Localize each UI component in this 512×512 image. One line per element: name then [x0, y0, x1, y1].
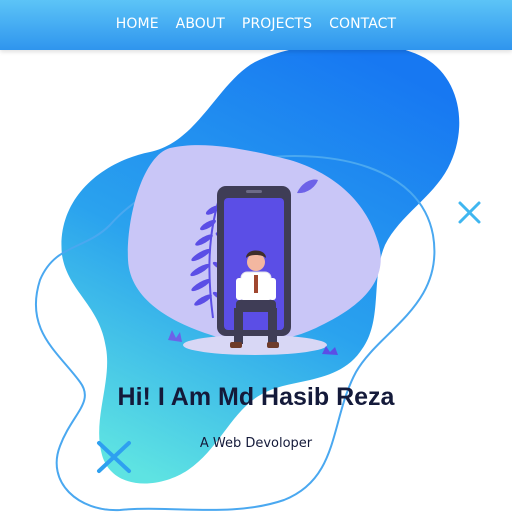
top-navbar: HOME ABOUT PROJECTS CONTACT — [0, 0, 512, 50]
nav-projects-link[interactable]: PROJECTS — [242, 16, 312, 34]
hero-title: Hi! I Am Md Hasib Reza — [117, 383, 395, 411]
nav-about-link[interactable]: ABOUT — [176, 16, 225, 34]
nav-contact-link[interactable]: CONTACT — [329, 16, 396, 34]
nav-home-link[interactable]: HOME — [116, 16, 159, 34]
hero-subtitle: A Web Devoloper — [199, 436, 313, 451]
close-x-icon — [458, 201, 481, 224]
floor-shadow — [183, 335, 327, 355]
